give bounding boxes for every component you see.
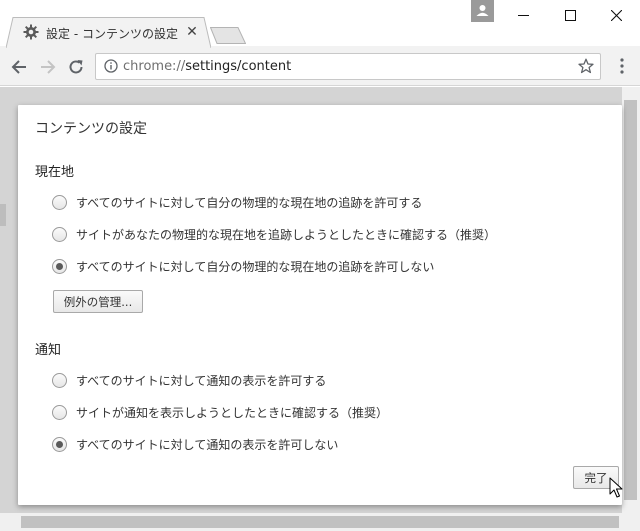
menu-icon[interactable] (614, 57, 630, 75)
radio-button-checked[interactable] (52, 436, 67, 452)
profile-icon[interactable] (471, 0, 494, 22)
back-button[interactable] (8, 56, 30, 78)
url-text[interactable]: chrome://settings/content (123, 59, 291, 74)
radio-location-block[interactable]: すべてのサイトに対して自分の物理的な現在地の追跡を許可しない (52, 256, 434, 276)
forward-icon (41, 60, 56, 74)
close-icon (610, 9, 622, 21)
mouse-cursor-icon (609, 477, 623, 498)
tab-close-icon[interactable]: ✕ (184, 24, 200, 40)
radio-label: すべてのサイトに対して通知の表示を許可しない (76, 437, 339, 452)
radio-notifications-ask[interactable]: サイトが通知を表示しようとしたときに確認する（推奨） (52, 402, 388, 422)
reload-button[interactable] (65, 56, 87, 78)
vertical-scrollbar-thumb[interactable] (624, 100, 637, 500)
reload-icon (69, 60, 83, 74)
manage-exceptions-button[interactable]: 例外の管理... (53, 290, 143, 313)
forward-button[interactable] (37, 56, 59, 78)
radio-button[interactable] (52, 372, 67, 388)
new-tab-button[interactable] (210, 27, 246, 44)
section-title-location: 現在地 (35, 165, 75, 180)
radio-location-ask[interactable]: サイトがあなたの物理的な現在地を追跡しようとしたときに確認する（推奨） (52, 224, 496, 244)
radio-label: サイトが通知を表示しようとしたときに確認する（推奨） (76, 405, 389, 420)
star-icon[interactable] (578, 58, 594, 74)
url-path: settings/content (185, 59, 292, 74)
maximize-button[interactable] (547, 0, 593, 30)
radio-label: すべてのサイトに対して自分の物理的な現在地の追跡を許可しない (76, 259, 435, 274)
radio-button-checked[interactable] (52, 258, 67, 274)
tab-title: 設定 - コンテンツの設定 (46, 27, 178, 41)
radio-button[interactable] (52, 404, 67, 420)
url-scheme: chrome:// (123, 59, 186, 74)
info-icon[interactable] (104, 59, 118, 73)
radio-button[interactable] (52, 194, 67, 210)
section-title-notifications: 通知 (35, 343, 62, 358)
maximize-icon (564, 9, 576, 21)
window-close-button[interactable] (593, 0, 639, 30)
radio-notifications-block[interactable]: すべてのサイトに対して通知の表示を許可しない (52, 434, 338, 454)
radio-label: すべてのサイトに対して自分の物理的な現在地の追跡を許可する (76, 195, 423, 210)
radio-label: すべてのサイトに対して通知の表示を許可する (76, 373, 327, 388)
minimize-icon (517, 14, 529, 16)
gear-icon (23, 24, 39, 40)
radio-label: サイトがあなたの物理的な現在地を追跡しようとしたときに確認する（推奨） (76, 227, 497, 242)
horizontal-scrollbar-thumb[interactable] (21, 516, 619, 528)
radio-location-allow[interactable]: すべてのサイトに対して自分の物理的な現在地の追跡を許可する (52, 192, 422, 212)
minimize-button[interactable] (500, 0, 546, 30)
background-page-edge (0, 204, 6, 226)
dialog-title: コンテンツの設定 (35, 121, 147, 137)
radio-button[interactable] (52, 226, 67, 242)
back-icon (11, 60, 26, 74)
radio-notifications-allow[interactable]: すべてのサイトに対して通知の表示を許可する (52, 370, 326, 390)
